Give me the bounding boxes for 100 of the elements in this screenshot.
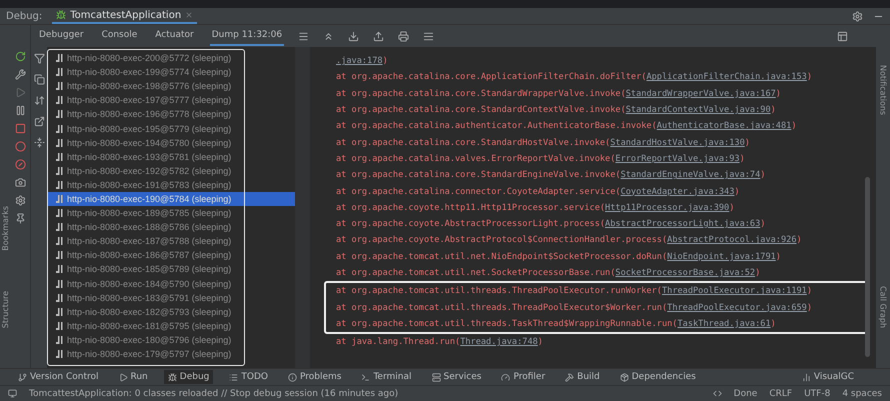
thread-row[interactable]: http-nio-8080-exec-181@5795 (sleeping) [47,318,295,333]
source-link[interactable]: .java:178 [336,56,383,66]
source-link[interactable]: AbstractProcessorLight.java:63 [605,219,760,230]
pause-icon[interactable] [14,105,26,116]
thread-row[interactable]: http-nio-8080-exec-199@5774 (sleeping) [47,65,295,80]
menu-icon[interactable] [298,30,310,42]
window-icon[interactable] [8,389,17,398]
source-link[interactable]: Http11Processor.java:390 [605,202,730,213]
source-link[interactable]: ThreadPoolExecutor.java:659 [667,302,807,313]
breakpoints-icon[interactable] [14,141,26,152]
close-icon[interactable] [185,11,194,19]
settings-icon[interactable] [14,195,26,206]
stack-frame-text: at org.apache.catalina.connector.CoyoteAdapter.service( [336,186,621,197]
source-link[interactable]: StandardWrapperValve.java:167 [626,88,776,99]
thread-row[interactable]: http-nio-8080-exec-183@5791 (sleeping) [47,290,295,305]
source-link[interactable]: AuthenticatorBase.java:481 [656,121,792,132]
tool-window-button[interactable]: Version Control [14,370,102,384]
upload-icon[interactable] [373,30,384,42]
status-item[interactable]: CRLF [769,388,792,398]
source-link[interactable]: ApplicationFilterChain.java:153 [646,72,807,82]
thread-row[interactable]: http-nio-8080-exec-194@5780 (sleeping) [47,136,295,150]
tool-window-button[interactable]: Run [114,370,152,384]
wrench-icon[interactable] [14,69,26,80]
stack-frame-text: at org.apache.catalina.core.StandardContextValve.invoke( [336,105,626,116]
thread-row[interactable]: http-nio-8080-exec-187@5788 (sleeping) [47,234,295,248]
thread-row[interactable]: http-nio-8080-exec-180@5796 (sleeping) [47,332,295,347]
tool-window-button[interactable]: Profiler [497,370,550,384]
download-icon[interactable] [348,30,360,42]
thread-row[interactable]: http-nio-8080-exec-189@5785 (sleeping) [47,206,295,220]
side-tab[interactable]: Bookmarks [0,206,10,251]
source-link[interactable]: StandardHostValve.java:130 [610,138,745,148]
gauge-icon [501,372,510,382]
source-link[interactable]: AbstractProtocol.java:926 [667,235,796,246]
pin-icon[interactable] [14,213,26,224]
side-tab[interactable]: Call Graph [878,286,888,328]
side-tab[interactable]: Notifications [878,65,888,116]
thread-icon [55,236,63,246]
filter-icon[interactable] [34,53,44,64]
tool-window-button[interactable]: Dependencies [616,370,700,384]
source-link[interactable]: CoyoteAdapter.java:343 [620,186,734,197]
tool-window-button[interactable]: Services [428,370,486,384]
thread-row[interactable]: http-nio-8080-exec-186@5787 (sleeping) [47,248,295,262]
camera-icon[interactable] [14,177,26,188]
closing-paren: ) [791,121,796,132]
thread-row[interactable]: http-nio-8080-exec-198@5776 (sleeping) [47,79,295,94]
closing-paren: ) [806,72,812,82]
source-link[interactable]: Thread.java:748 [460,337,538,348]
thread-row[interactable]: http-nio-8080-exec-192@5782 (sleeping) [47,164,295,178]
mute-breakpoints-icon[interactable] [14,159,26,170]
print-icon[interactable] [398,30,410,42]
source-link[interactable]: ErrorReportValve.java:93 [615,154,740,164]
tool-window-button[interactable]: Terminal [357,370,416,384]
status-item[interactable]: UTF-8 [804,388,830,398]
thread-row[interactable]: http-nio-8080-exec-195@5779 (sleeping) [47,121,295,136]
tool-window-button[interactable]: Debug [164,370,214,384]
scroll-up-icon[interactable] [323,30,334,42]
thread-row[interactable]: http-nio-8080-exec-200@5772 (sleeping) [47,51,295,66]
tab[interactable]: Console [100,26,140,46]
thread-row[interactable]: http-nio-8080-exec-193@5781 (sleeping) [47,150,295,164]
closing-paren: ) [760,170,766,180]
thread-row[interactable]: http-nio-8080-exec-188@5786 (sleeping) [47,220,295,234]
export-icon[interactable] [34,116,44,127]
thread-row[interactable]: http-nio-8080-exec-184@5790 (sleeping) [47,276,295,291]
closing-paren: ) [740,154,745,164]
thread-row[interactable]: http-nio-8080-exec-197@5777 (sleeping) [47,93,295,108]
stack-frame-text: at org.apache.catalina.core.ApplicationFilterChain.doFilter( [336,72,646,82]
stack-frame-text: at org.apache.coyote.http11.Http11Processor.service( [336,202,606,213]
tool-window-button[interactable]: VisualGC [798,370,858,384]
code-icon[interactable] [712,389,722,398]
sort-icon[interactable] [34,95,44,106]
thread-row[interactable]: http-nio-8080-exec-185@5789 (sleeping) [47,262,295,276]
stop-icon[interactable] [14,123,26,134]
wrap-icon[interactable] [423,30,434,42]
source-link[interactable]: NioEndpoint.java:1791 [667,252,776,262]
source-link[interactable]: StandardContextValve.java:90 [626,105,771,116]
source-link[interactable]: TaskThread.java:61 [677,318,771,329]
tool-window-button[interactable]: TODO [225,370,272,384]
source-link[interactable]: ThreadPoolExecutor.java:1191 [662,286,807,296]
layout-icon[interactable] [837,30,848,42]
status-item[interactable]: Done [734,388,758,398]
collapse-icon[interactable] [34,137,44,148]
thread-icon [55,152,63,162]
source-link[interactable]: SocketProcessorBase.java:52 [615,268,756,278]
closing-paren: ) [806,302,812,313]
thread-row[interactable]: http-nio-8080-exec-191@5783 (sleeping) [47,178,295,192]
tool-window-button[interactable]: Build [561,370,604,384]
tab[interactable]: Debugger [37,26,86,46]
status-item[interactable]: 4 spaces [842,388,882,398]
package-icon [620,372,629,382]
thread-row[interactable]: http-nio-8080-exec-196@5778 (sleeping) [47,107,295,122]
tool-window-button[interactable]: Problems [284,370,346,384]
side-tab[interactable]: Structure [0,290,10,328]
thread-row[interactable]: http-nio-8080-exec-190@5784 (sleeping) [47,192,295,206]
settings-icon[interactable] [852,10,863,22]
source-link[interactable]: StandardEngineValve.java:74 [620,170,760,180]
rerun-icon[interactable] [14,51,26,62]
thread-row[interactable]: http-nio-8080-exec-179@5797 (sleeping) [47,346,295,362]
copy-icon[interactable] [34,74,44,85]
thread-row[interactable]: http-nio-8080-exec-182@5793 (sleeping) [47,304,295,319]
tab[interactable]: Actuator [153,26,196,46]
